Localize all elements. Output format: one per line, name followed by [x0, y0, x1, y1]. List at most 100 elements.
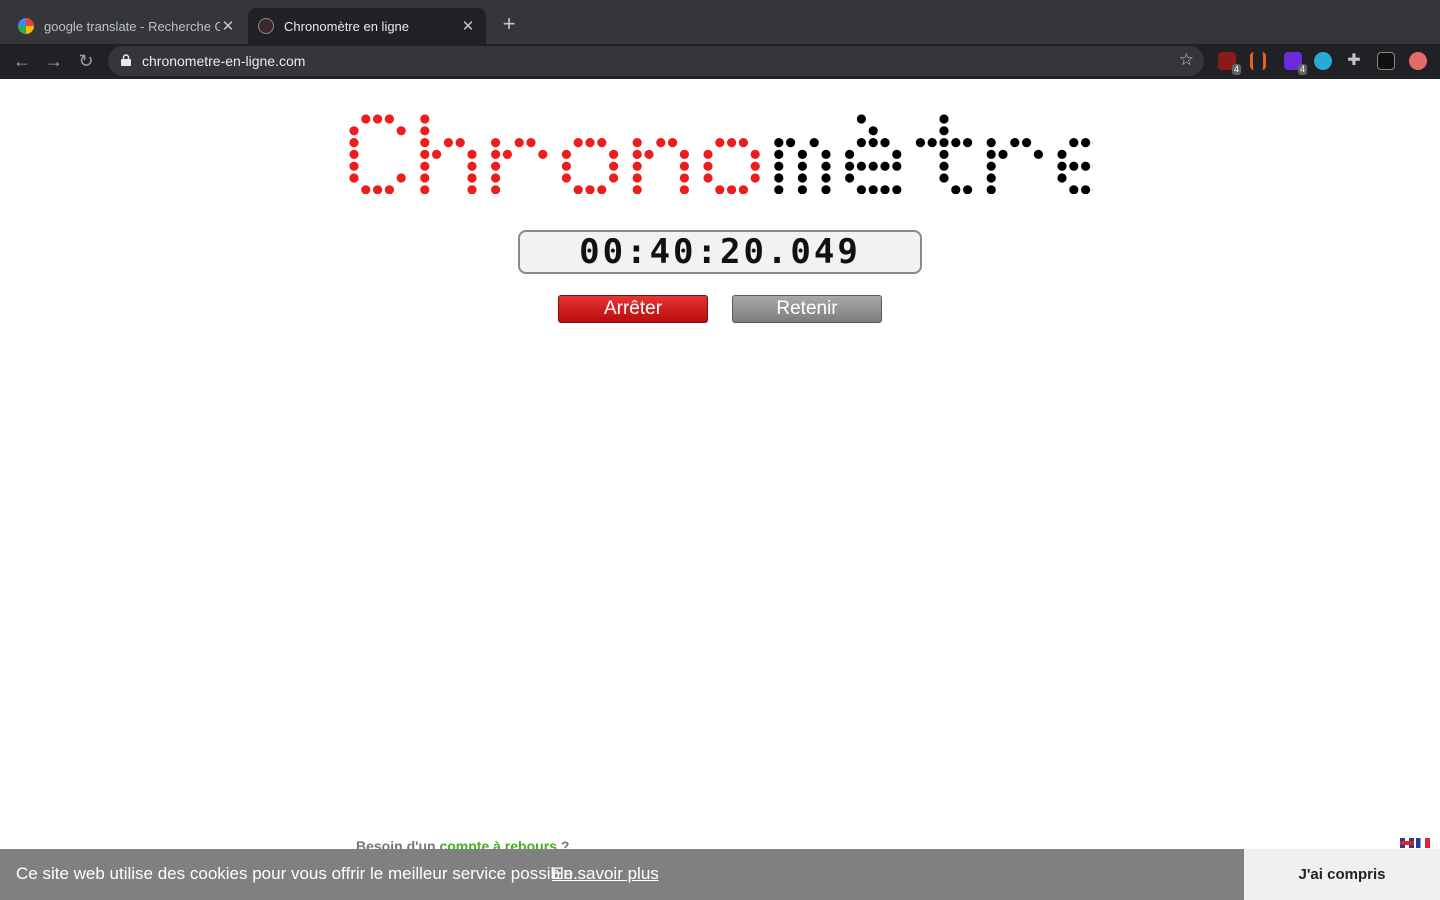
close-icon[interactable]: ✕	[460, 17, 476, 35]
profile-avatar-icon[interactable]	[1409, 52, 1427, 70]
logo-dot	[880, 185, 890, 194]
lock-icon	[121, 54, 131, 66]
logo-dot	[502, 149, 512, 159]
logo-dot	[467, 173, 477, 183]
logo-dot	[703, 149, 713, 159]
cookie-banner: Ce site web utilise des cookies pour vou…	[0, 849, 1440, 900]
logo-dot	[361, 185, 371, 194]
logo-dot	[809, 138, 819, 148]
logo-dot	[868, 185, 878, 194]
logo-dot	[774, 149, 784, 159]
purple-extension-icon[interactable]: 4	[1284, 52, 1307, 75]
chronometre-logo	[349, 114, 1093, 194]
logo-dot	[986, 173, 996, 183]
google-icon	[18, 18, 34, 34]
logo-dot	[963, 185, 973, 194]
logo-dot	[986, 185, 996, 194]
logo-dot	[845, 161, 855, 171]
logo-dot	[774, 185, 784, 194]
logo-dot	[632, 161, 642, 171]
logo-dot	[361, 114, 371, 124]
logo-dot	[609, 161, 619, 171]
logo-dot	[467, 185, 477, 194]
address-bar[interactable]: chronometre-en-ligne.com ☆	[108, 46, 1204, 76]
forward-icon[interactable]: →	[43, 50, 65, 72]
logo-dot	[821, 161, 831, 171]
logo-dot	[845, 173, 855, 183]
logo-dot	[915, 138, 926, 148]
lap-button[interactable]: Retenir	[732, 295, 882, 323]
logo-dot	[491, 173, 501, 183]
close-icon[interactable]: ✕	[220, 17, 236, 35]
logo-dot	[868, 161, 878, 171]
stop-button[interactable]: Arrêter	[558, 295, 708, 323]
logo-dot	[1057, 173, 1067, 183]
logo-dot	[561, 161, 571, 171]
logo-dot	[892, 149, 902, 159]
learn-more-link[interactable]: En savoir plus	[552, 864, 659, 884]
french-flag-icon[interactable]	[1416, 838, 1430, 848]
logo-dot	[892, 161, 902, 171]
logo-dot	[774, 173, 784, 183]
logo-dot	[1057, 149, 1067, 159]
back-icon[interactable]: ←	[11, 50, 33, 72]
logo-dot	[750, 149, 760, 159]
url-text: chronometre-en-ligne.com	[142, 53, 306, 69]
logo-dot	[750, 161, 760, 171]
logo-dot	[1081, 185, 1091, 194]
logo-dot	[573, 185, 583, 194]
accept-cookies-button[interactable]: J'ai compris	[1244, 849, 1440, 900]
logo-dot	[420, 149, 430, 159]
logo-dot	[845, 149, 855, 159]
puzzle-icon[interactable]: ✚	[1345, 52, 1363, 70]
logo-dot	[774, 161, 784, 171]
logo-dot	[821, 185, 831, 194]
logo-dot	[396, 126, 406, 136]
browser-toolbar: ← → ↻ chronometre-en-ligne.com ☆ 4 4 ✚	[0, 44, 1440, 79]
logo-dot	[786, 138, 796, 148]
logo-dot	[738, 138, 748, 148]
logo-dot	[561, 149, 571, 159]
logo-dot	[632, 185, 642, 194]
analytics-icon[interactable]	[1250, 52, 1266, 70]
ublock-icon[interactable]: 4	[1218, 52, 1241, 75]
logo-dot	[396, 173, 406, 183]
logo-dot	[384, 114, 394, 124]
logo-dot	[750, 173, 760, 183]
logo-dot	[715, 138, 725, 148]
logo-dot	[420, 126, 430, 136]
logo-dot	[349, 173, 359, 183]
logo-dot	[432, 149, 442, 159]
new-tab-button[interactable]: +	[498, 12, 520, 36]
logo-dot	[420, 138, 430, 148]
logo-dot	[632, 149, 642, 159]
logo-dot	[609, 173, 619, 183]
logo-dot	[644, 149, 654, 159]
logo-dot	[927, 138, 937, 148]
logo-dot	[679, 173, 689, 183]
bookmark-star-icon[interactable]: ☆	[1179, 50, 1194, 70]
logo-dot	[349, 138, 359, 148]
reload-icon[interactable]: ↻	[75, 50, 97, 72]
logo-dot	[715, 185, 725, 194]
logo-dot	[856, 138, 866, 148]
logo-dot	[797, 185, 807, 194]
logo-dot	[939, 126, 949, 136]
logo-dot	[703, 161, 713, 171]
blue-extension-icon[interactable]	[1314, 52, 1332, 70]
logo-dot	[526, 138, 536, 148]
english-flag-icon[interactable]	[1400, 838, 1414, 848]
logo-dot	[679, 185, 689, 194]
logo-dot	[774, 138, 784, 148]
logo-dot	[679, 161, 689, 171]
logo-dot	[738, 185, 748, 194]
tab-google-translate[interactable]: google translate - Recherche G ✕	[8, 8, 246, 44]
logo-dot	[880, 161, 890, 171]
shield-extension-icon[interactable]	[1377, 52, 1395, 70]
logo-dot	[856, 161, 866, 171]
logo-dot	[349, 126, 359, 136]
tab-chronometre[interactable]: Chronomètre en ligne ✕	[248, 8, 486, 44]
badge-count: 4	[1231, 64, 1241, 75]
logo-dot	[951, 138, 961, 148]
logo-dot	[1069, 161, 1079, 171]
